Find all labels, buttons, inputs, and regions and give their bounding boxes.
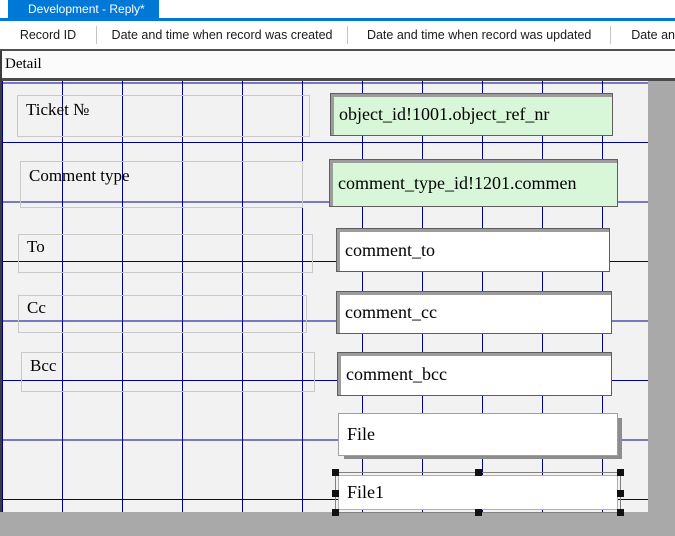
label-to[interactable]: To [18,234,313,273]
detail-band-header[interactable]: Detail [0,51,675,78]
field-comment-type-id[interactable]: comment_type_id!1201.commen [329,159,618,207]
detail-band-label: Detail [5,56,42,73]
resize-handle-bottom-left[interactable] [332,509,339,516]
resize-handle-middle-right[interactable] [617,490,624,497]
right-margin [648,81,675,536]
document-tab-label: Development - Reply* [28,2,145,16]
resize-handle-top-middle[interactable] [475,469,482,476]
field-object-ref-nr[interactable]: object_id!1001.object_ref_nr [330,93,613,136]
header-column-created[interactable]: Date and time when record was created [97,21,347,49]
field-comment-to[interactable]: comment_to [336,228,610,272]
field-comment-cc[interactable]: comment_cc [336,291,612,334]
element-file1-selected[interactable]: File1 [335,472,621,513]
label-bcc[interactable]: Bcc [21,352,315,392]
header-column-record-id[interactable]: Record ID [0,21,96,49]
resize-handle-bottom-middle[interactable] [475,509,482,516]
document-tab[interactable]: Development - Reply* [8,0,159,18]
element-file[interactable]: File [338,413,618,456]
label-ticket-no[interactable]: Ticket № [17,95,310,137]
field-comment-bcc[interactable]: comment_bcc [337,352,612,396]
element-file1-body[interactable]: File1 [338,475,618,510]
form-designer-window: Development - Reply* Record ID Date and … [0,0,675,536]
header-column-date-partial[interactable]: Date an [611,21,675,49]
resize-handle-middle-left[interactable] [332,490,339,497]
resize-handle-bottom-right[interactable] [617,509,624,516]
header-column-updated[interactable]: Date and time when record was updated [348,21,610,49]
bottom-margin [0,512,648,536]
resize-handle-top-left[interactable] [332,469,339,476]
field-header-row: Record ID Date and time when record was … [0,21,675,49]
canvas-left-border [0,51,2,512]
label-cc[interactable]: Cc [18,295,307,333]
label-comment-type[interactable]: Comment type [20,161,303,208]
resize-handle-top-right[interactable] [617,469,624,476]
tab-strip: Development - Reply* [0,0,675,18]
